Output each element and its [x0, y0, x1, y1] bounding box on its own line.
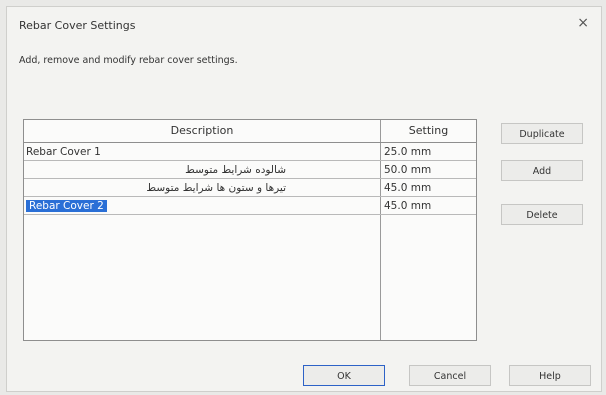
table-header: Description Setting	[24, 120, 476, 143]
add-button[interactable]: Add	[501, 160, 583, 181]
row-description-selected[interactable]: Rebar Cover 2	[26, 200, 107, 212]
help-button[interactable]: Help	[509, 365, 591, 386]
close-icon[interactable]: ×	[577, 16, 589, 30]
row-description[interactable]: تیرها و ستون ها شرایط متوسط	[146, 179, 286, 197]
dialog-title: Rebar Cover Settings	[19, 19, 136, 32]
delete-button[interactable]: Delete	[501, 204, 583, 225]
column-header-description[interactable]: Description	[24, 120, 380, 142]
ok-button[interactable]: OK	[303, 365, 385, 386]
row-setting[interactable]: 50.0 mm	[384, 161, 431, 179]
rebar-cover-settings-dialog: Rebar Cover Settings × Add, remove and m…	[6, 6, 602, 392]
duplicate-button[interactable]: Duplicate	[501, 123, 583, 144]
row-setting[interactable]: 45.0 mm	[384, 197, 431, 215]
row-setting[interactable]: 25.0 mm	[384, 143, 431, 161]
rebar-cover-table: Description Setting Rebar Cover 1 25.0 m…	[23, 119, 477, 341]
row-description-cell[interactable]: Rebar Cover 2	[26, 197, 376, 215]
row-description[interactable]: Rebar Cover 1	[26, 143, 376, 161]
instructions-text: Add, remove and modify rebar cover setti…	[19, 55, 238, 66]
title-bar: Rebar Cover Settings ×	[7, 7, 601, 41]
cancel-button[interactable]: Cancel	[409, 365, 491, 386]
column-header-setting[interactable]: Setting	[381, 120, 476, 142]
table-row[interactable]: تیرها و ستون ها شرایط متوسط 45.0 mm	[24, 179, 476, 197]
row-description[interactable]: شالوده شرایط متوسط	[185, 161, 286, 179]
table-row[interactable]: Rebar Cover 1 25.0 mm	[24, 143, 476, 161]
table-row-selected[interactable]: Rebar Cover 2 45.0 mm	[24, 197, 476, 215]
row-setting[interactable]: 45.0 mm	[384, 179, 431, 197]
row-divider	[24, 214, 476, 215]
table-row[interactable]: شالوده شرایط متوسط 50.0 mm	[24, 161, 476, 179]
